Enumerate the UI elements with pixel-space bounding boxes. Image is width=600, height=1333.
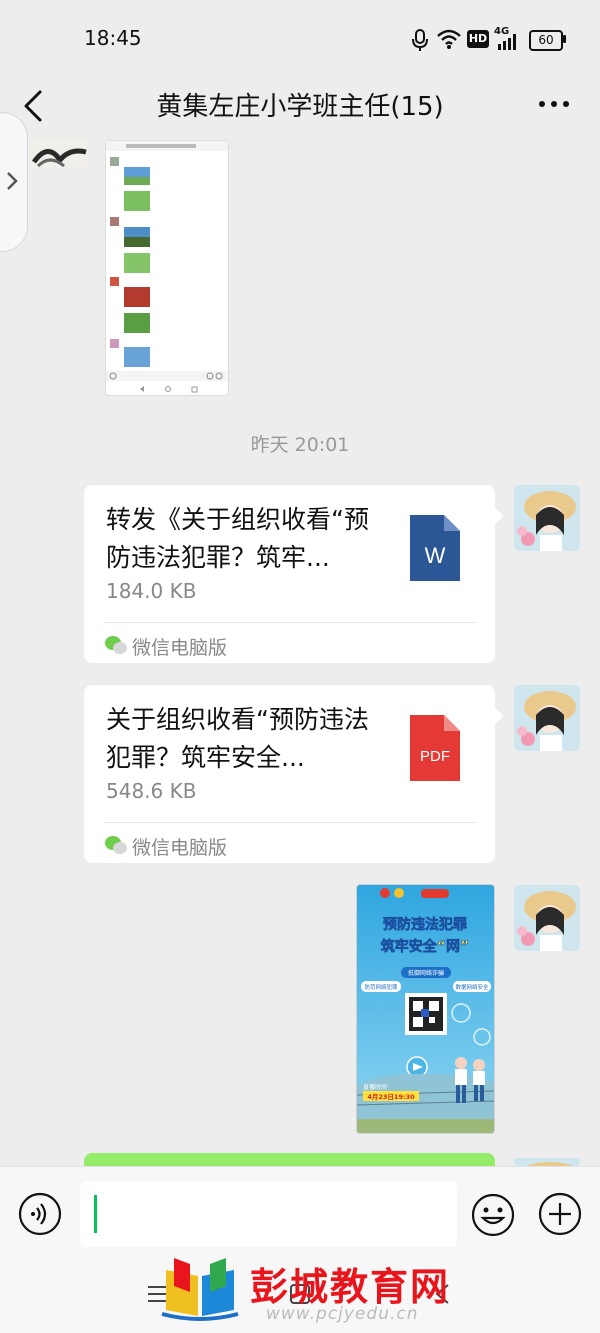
emoji-icon[interactable]: [470, 1192, 516, 1238]
chat-title: 黄集左庄小学班主任(15): [156, 92, 444, 122]
add-more-icon[interactable]: [538, 1192, 582, 1236]
pdf-icon: PDF: [410, 715, 460, 781]
side-panel-handle[interactable]: [0, 112, 28, 252]
poster-live-label: 直播时间: [363, 1083, 387, 1091]
poster-headline-1: 预防违法犯罪: [383, 916, 467, 933]
poster-tag-left: 防范网络犯罪: [364, 983, 398, 991]
word-icon-letter: W: [425, 543, 446, 568]
watermark-url: www.pcjyedu.cn: [266, 1304, 419, 1324]
avatar-girl-image: [514, 485, 580, 551]
file-message-bubble[interactable]: 转发《关于组织收看“预防违法犯罪？筑牢... 184.0 KB W 微信电脑版: [84, 485, 504, 663]
file-name: 关于组织收看“预防违法犯罪？筑牢安全...: [106, 705, 369, 772]
bubble-tail: [494, 707, 504, 725]
poster-tag-top: 抵御网络诈骗: [408, 969, 444, 977]
poster-image-message[interactable]: 预防违法犯罪 筑牢安全“网” 抵御网络诈骗 防范网络犯罪 数据网络安全 直播时间…: [356, 884, 495, 1134]
watermark-text: 彭城教育网: [250, 1265, 451, 1309]
voice-input-icon[interactable]: [18, 1192, 62, 1236]
hd-badge: HD: [467, 30, 489, 48]
more-options-icon[interactable]: [536, 86, 572, 122]
bubble-tail: [494, 507, 504, 525]
file-message-bubble[interactable]: 关于组织收看“预防违法犯罪？筑牢安全... 548.6 KB PDF 微信电脑版: [84, 685, 504, 863]
message-input[interactable]: [80, 1181, 457, 1247]
avatar-girl-image: [514, 885, 580, 951]
previous-image-thumbnail[interactable]: [30, 140, 88, 168]
microphone-icon: [412, 29, 428, 51]
file-size: 548.6 KB: [106, 779, 197, 803]
avatar[interactable]: [514, 685, 580, 751]
wifi-icon: [437, 29, 461, 49]
file-name: 转发《关于组织收看“预防违法犯罪？筑牢...: [106, 505, 369, 572]
file-size: 184.0 KB: [106, 579, 197, 603]
file-source: 微信电脑版: [132, 837, 228, 859]
avatar[interactable]: [514, 885, 580, 951]
poster-image: 预防违法犯罪 筑牢安全“网” 抵御网络诈骗 防范网络犯罪 数据网络安全 直播时间…: [357, 885, 494, 1133]
cellular-signal-icon: 4G: [494, 26, 518, 50]
word-icon: W: [410, 515, 460, 581]
watermark-book-logo: [161, 1258, 239, 1321]
wechat-icon: [105, 636, 127, 654]
poster-tag-right: 数据网络安全: [455, 983, 489, 991]
poster-live-time: 4月23日19:30: [367, 1093, 415, 1101]
poster-headline-2: 筑牢安全“网”: [381, 938, 469, 955]
pdf-icon-label: PDF: [420, 748, 450, 765]
battery-indicator: 60: [529, 30, 563, 51]
file-divider: [104, 822, 477, 823]
wechat-icon: [105, 836, 127, 854]
avatar[interactable]: [514, 485, 580, 551]
screenshot-content: [106, 141, 228, 393]
chat-timestamp: 昨天 20:01: [250, 434, 350, 456]
status-time: 18:45: [84, 26, 142, 50]
file-source: 微信电脑版: [132, 637, 228, 659]
previous-screenshot-image[interactable]: [105, 140, 229, 396]
chevron-right-icon: [7, 172, 18, 190]
text-cursor: [94, 1195, 97, 1233]
avatar-girl-image: [514, 685, 580, 751]
file-divider: [104, 622, 477, 623]
battery-tip: [563, 35, 566, 43]
